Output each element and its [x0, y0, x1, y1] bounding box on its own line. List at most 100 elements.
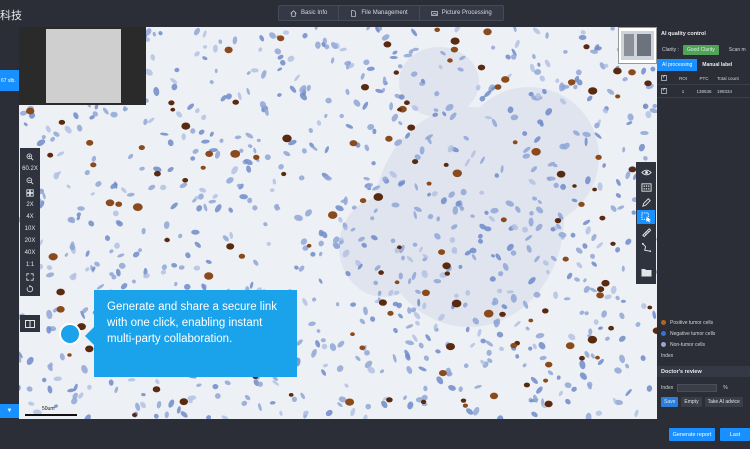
toggle-visibility-button[interactable] [637, 165, 655, 179]
review-index-label: Index [661, 385, 674, 391]
zoom-1-1-button[interactable]: 1:1 [20, 259, 40, 271]
scan-label: Scan m [728, 47, 746, 53]
file-icon [351, 9, 357, 17]
slide-thumbnail[interactable] [19, 27, 146, 105]
row-checkbox[interactable] [661, 87, 667, 94]
table-header: ROI PTC Total count [657, 72, 750, 85]
index-input[interactable] [677, 384, 718, 392]
zoom-out-button[interactable] [20, 175, 40, 187]
take-ai-advice-button[interactable]: Take AI advice [704, 397, 743, 407]
clarity-label: Clarity : [662, 47, 679, 53]
hotspot-marker[interactable] [59, 323, 81, 345]
select-all-checkbox[interactable] [661, 74, 667, 81]
legend-item: Non-tumor cells [657, 339, 750, 350]
fullscreen-button[interactable] [20, 271, 40, 283]
zoom-40x-button[interactable]: 40X [20, 247, 40, 259]
split-view-icon [25, 319, 35, 328]
nav-tab-file-management[interactable]: File Management [339, 6, 420, 20]
cell-legend: Positive tumor cells Negative tumor cell… [657, 317, 750, 359]
review-buttons: Save Empty Take AI advice [657, 392, 750, 407]
nav-tab-label: Basic Info [301, 10, 328, 16]
index-label: Index [661, 353, 674, 359]
ai-panel-tabs: AI processing Manual label [657, 59, 750, 71]
zoom-20x-button[interactable]: 20X [20, 235, 40, 247]
save-button[interactable]: Save [661, 397, 679, 407]
cursor-icon [640, 211, 651, 223]
review-index-row: Index % [657, 377, 750, 392]
app-window: 科技 Basic Info File Management Picture Pr… [0, 0, 750, 449]
empty-button[interactable]: Empty [681, 397, 702, 407]
nav-tab-basic-info[interactable]: Basic Info [279, 6, 340, 20]
pen-icon [641, 197, 651, 207]
review-title: Doctor's review [657, 366, 750, 377]
feature-callout: Generate and share a secure link with on… [85, 290, 297, 377]
grid-overlay-button[interactable] [637, 180, 655, 194]
nav-tab-picture-processing[interactable]: Picture Processing [420, 6, 503, 20]
draw-tool-button[interactable] [637, 195, 655, 209]
doctor-review: Doctor's review Index % Save Empty Take … [657, 366, 750, 407]
main-nav: Basic Info File Management Picture Proce… [278, 5, 504, 21]
left-sidebar: 67 slb. [0, 27, 19, 419]
table-row[interactable]: 1 138536 199334 [657, 85, 750, 98]
rotate-icon [26, 285, 34, 293]
zoom-in-icon [26, 153, 34, 161]
grid-icon [26, 189, 34, 197]
measure-tool-button[interactable] [637, 225, 655, 239]
ai-panel: AI quality control Clarity : Good Clarit… [657, 27, 750, 419]
nav-tab-label: Picture Processing [441, 10, 492, 16]
ptc-cell: 138536 [696, 88, 712, 94]
scale-bar: 50um [25, 406, 77, 416]
open-folder-button[interactable] [636, 261, 656, 283]
top-bar: 科技 Basic Info File Management Picture Pr… [0, 0, 750, 27]
roi-cell: 1 [681, 88, 685, 94]
zoom-toolbar: 60.2X 2X 4X 10X 20X 40X 1:1 [20, 148, 40, 296]
brand-title: 科技 [0, 9, 22, 22]
slide-viewer[interactable]: 60.2X 2X 4X 10X 20X 40X 1:1 Generate and… [19, 27, 657, 419]
legend-label: Positive tumor cells [670, 319, 714, 326]
tab-ai-processing[interactable]: AI processing [657, 59, 698, 71]
ai-panel-title: AI quality control [661, 31, 706, 37]
legend-label: Negative tumor cells [670, 330, 716, 337]
legend-item: Positive tumor cells [657, 317, 750, 328]
nav-tab-label: File Management [361, 10, 408, 16]
folder-icon [641, 268, 651, 276]
zoom-level: 60.2X [22, 166, 38, 172]
minimap[interactable] [618, 27, 657, 64]
column-header: PTC [699, 75, 709, 81]
tab-manual-label[interactable]: Manual label [697, 59, 737, 71]
column-header: ROI [678, 75, 687, 81]
zoom-2x-button[interactable]: 2X [20, 199, 40, 211]
expand-icon [26, 273, 34, 281]
column-header: Total count [717, 75, 739, 81]
clarity-row: Clarity : Good Clarity Scan m [657, 43, 750, 57]
fit-view-button[interactable] [20, 187, 40, 199]
positive-dot-icon [661, 320, 666, 325]
chevron-down-icon: ▼ [6, 408, 13, 414]
slide-list-tab[interactable]: 67 slb. [0, 70, 19, 91]
zoom-4x-button[interactable]: 4X [20, 211, 40, 223]
polyline-tool-button[interactable] [637, 240, 655, 254]
split-view-button[interactable] [20, 315, 40, 332]
clarity-badge: Good Clarity [682, 45, 719, 55]
zoom-10x-button[interactable]: 10X [20, 223, 40, 235]
collapse-button[interactable]: ▼ [0, 404, 19, 418]
roi-table: ROI PTC Total count 1 138536 199334 [657, 72, 750, 98]
scale-label: 50um [42, 406, 55, 412]
total-count-cell: 199334 [717, 88, 733, 94]
percent-unit: % [723, 385, 728, 391]
image-icon [431, 10, 438, 16]
scale-line [25, 414, 77, 416]
negative-dot-icon [661, 331, 666, 336]
grid-icon [640, 182, 652, 192]
zoom-in-button[interactable] [20, 151, 40, 163]
last-button[interactable]: Last [720, 428, 750, 441]
generate-report-button[interactable]: Generate report [669, 428, 715, 441]
footer-bar: Generate report Last [0, 419, 750, 449]
rotate-button[interactable] [20, 283, 40, 295]
zoom-out-icon [26, 177, 34, 185]
legend-item: Negative tumor cells [657, 328, 750, 339]
eye-icon [640, 169, 652, 175]
select-tool-button[interactable] [637, 210, 655, 224]
minimap-image [621, 31, 654, 60]
legend-label: Non-tumor cells [670, 341, 706, 348]
